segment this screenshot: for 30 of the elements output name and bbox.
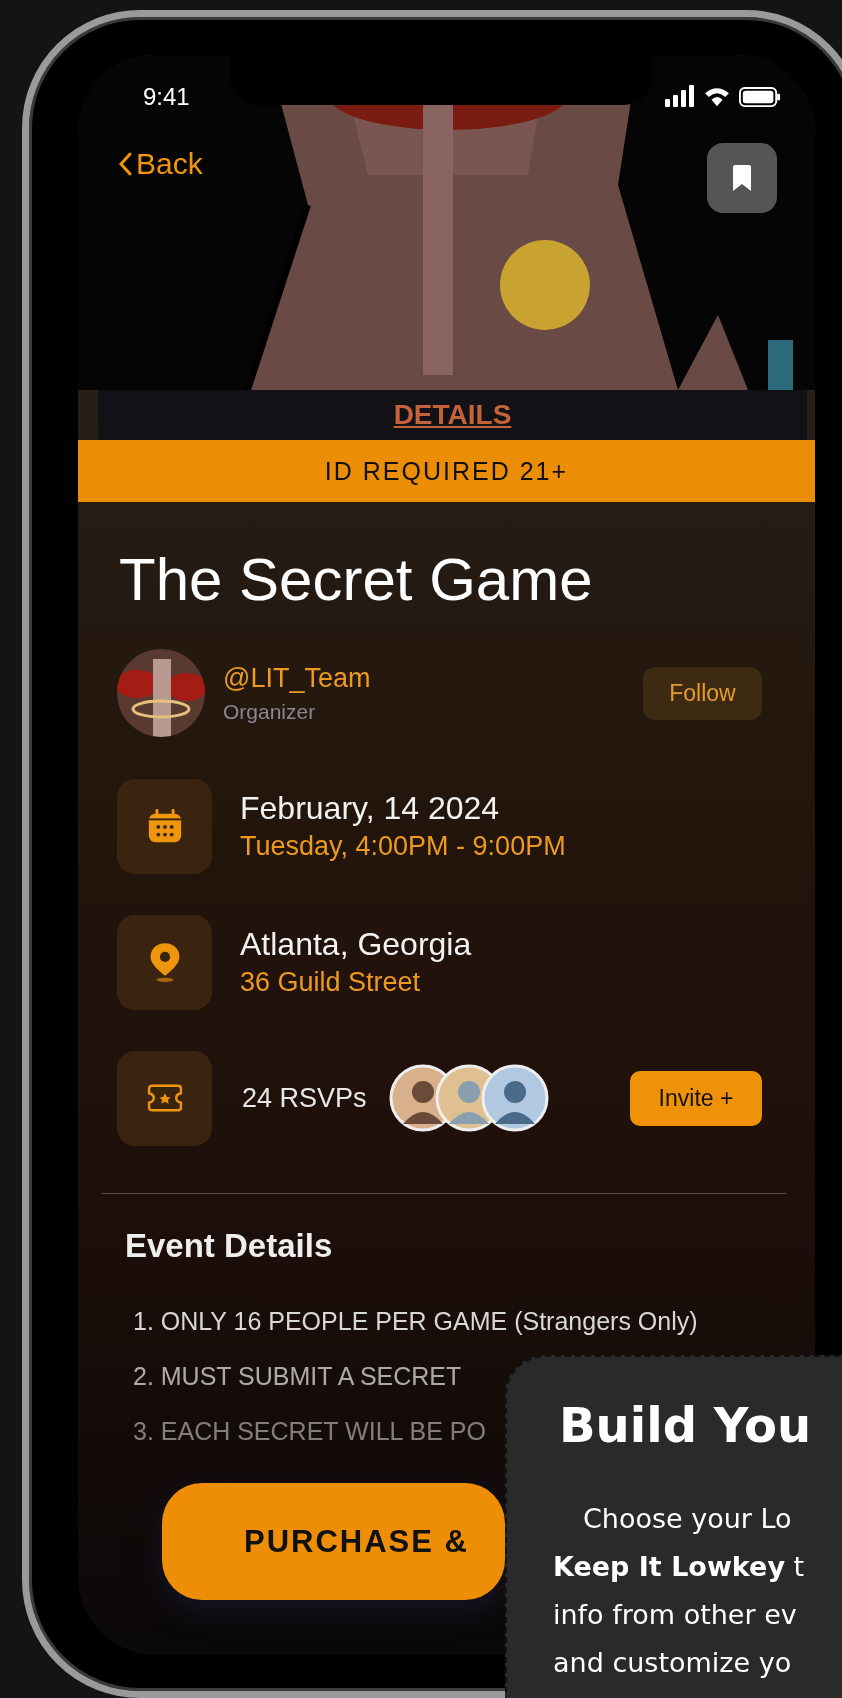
event-title: The Secret Game <box>119 545 594 615</box>
back-button[interactable]: Back <box>118 147 203 181</box>
event-address: 36 Guild Street <box>240 967 422 998</box>
location-pin-icon <box>117 914 212 1010</box>
event-date: February, 14 2024 <box>240 790 501 827</box>
organizer-handle[interactable]: @LIT_Team <box>223 662 643 694</box>
wifi-icon <box>703 86 731 108</box>
chevron-icon <box>118 152 132 176</box>
rsvp-count: 24 RSVPs <box>242 1082 367 1114</box>
organizer-role: Organizer <box>223 699 317 724</box>
invite-button[interactable]: Invite + <box>630 1070 762 1126</box>
section-heading: Event Details <box>125 1226 334 1266</box>
rule-item: 2. MUST SUBMIT A SECRET <box>133 1361 462 1392</box>
promo-title: Build You <box>559 1397 813 1453</box>
bookmark-button[interactable] <box>707 143 777 213</box>
rule-item: 3. EACH SECRET WILL BE PO <box>133 1416 486 1447</box>
rule-item: 1. ONLY 16 PEOPLE PER GAME (Strangers Only) <box>133 1306 698 1337</box>
bookmark-icon <box>730 164 754 192</box>
battery-icon <box>739 86 781 108</box>
event-time: Tuesday, 4:00PM - 9:00PM <box>240 831 566 862</box>
promo-text: Choose your Lo Keep It Lowkey t info from other ev and customize yo <box>553 1502 806 1680</box>
follow-button[interactable]: Follow <box>643 666 762 720</box>
age-banner-text: ID REQUIRED 21+ <box>324 456 569 486</box>
event-location: Atlanta, Georgia <box>240 926 472 963</box>
calendar-icon <box>117 778 212 874</box>
ticket-icon <box>117 1050 212 1146</box>
details-tab[interactable]: DETAILS <box>393 399 512 431</box>
status-time: 9:41 <box>143 83 190 111</box>
purchase-button[interactable]: PURCHASE & <box>162 1483 505 1600</box>
signal-icon <box>665 85 695 109</box>
